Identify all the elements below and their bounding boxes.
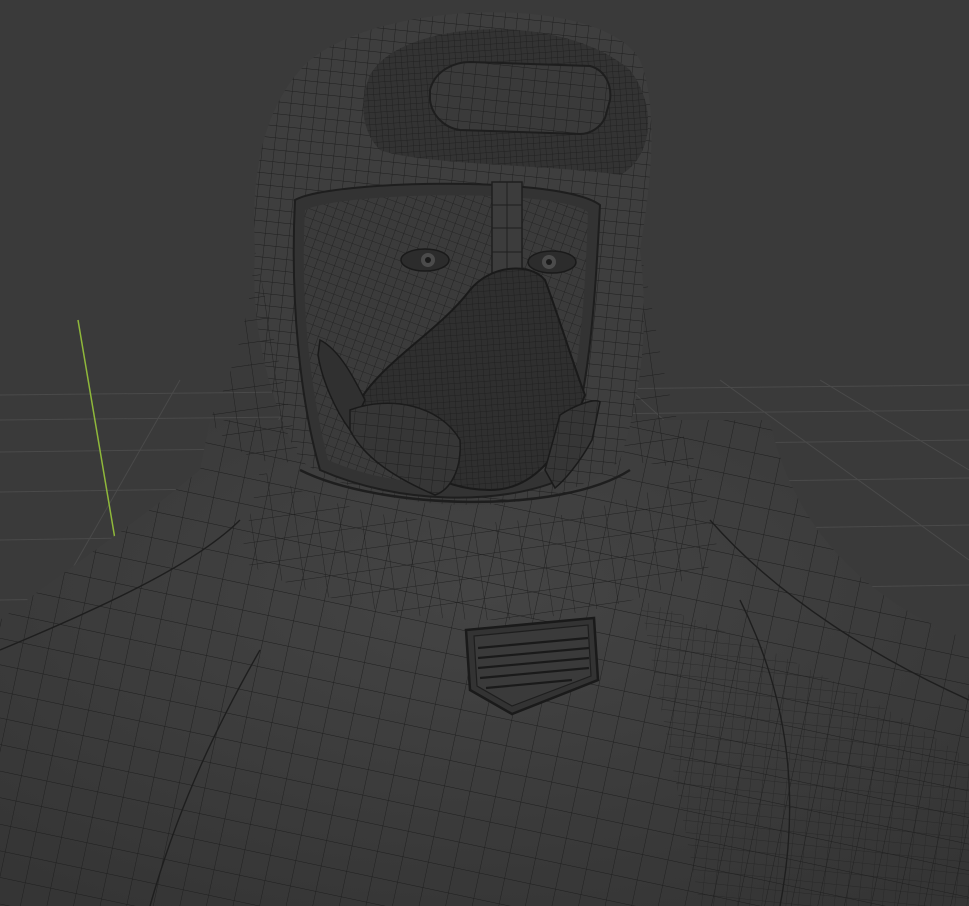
left-eye [400, 248, 450, 272]
y-axis-line [77, 319, 117, 546]
right-eye [527, 250, 577, 274]
viewport-canvas[interactable] [0, 0, 969, 906]
3d-viewport[interactable] [0, 0, 969, 906]
